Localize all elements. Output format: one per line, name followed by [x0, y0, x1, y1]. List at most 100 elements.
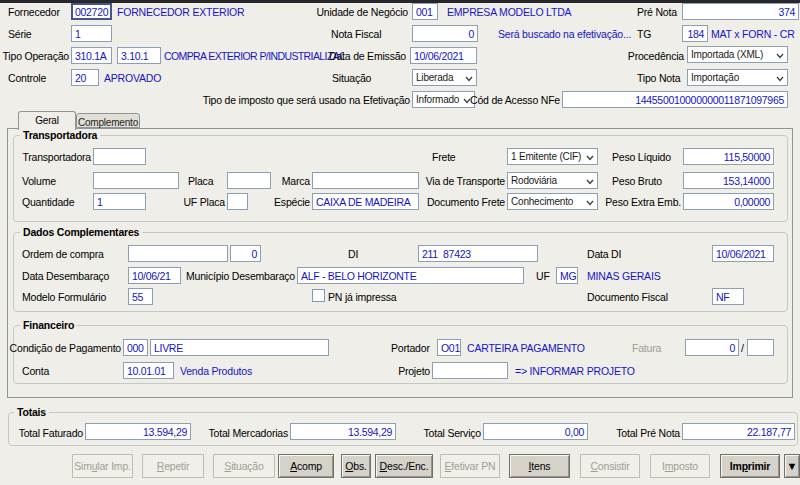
uf-placa-field[interactable] [227, 193, 248, 210]
modelo-formulario-label: Modelo Formulário [22, 291, 106, 303]
documento-frete-dropdown[interactable]: Conhecimento [507, 193, 598, 210]
uf-desc: MINAS GERAIS [587, 270, 660, 282]
fatura-parcela-field[interactable] [747, 339, 774, 356]
cod-acesso-field[interactable]: 144550010000000011871097965 [562, 91, 788, 108]
condicao-pagamento-code-field[interactable]: 000 [123, 339, 148, 356]
tipo-nota-label: Tipo Nota [637, 72, 680, 84]
tg-desc: MAT x FORN - CR [711, 28, 795, 40]
total-pre-nota-label: Total Pré Nota [616, 427, 680, 439]
peso-liquido-field[interactable]: 115,50000 [683, 148, 774, 165]
tipo-nota-dropdown[interactable]: Importação [687, 69, 788, 86]
projeto-label: Projeto [398, 365, 430, 377]
total-mercadorias-label: Total Mercadorias [209, 427, 288, 439]
tipo-operacao-label: Tipo Operação [3, 50, 69, 62]
volume-field[interactable] [93, 172, 179, 189]
conta-field[interactable]: 10.01.01 [123, 362, 174, 379]
peso-extra-field[interactable]: 0,00000 [683, 193, 774, 210]
peso-bruto-field[interactable]: 153,14000 [683, 172, 774, 189]
marca-label: Marca [282, 175, 310, 187]
peso-liquido-label: Peso Líquido [612, 151, 671, 163]
total-faturado-field[interactable]: 13.594,29 [85, 423, 191, 440]
fornecedor-label: Fornecedor [8, 6, 60, 18]
marca-field[interactable] [312, 172, 419, 189]
situacao-label: Situação [332, 72, 371, 84]
conta-desc: Venda Produtos [180, 365, 252, 377]
fornecedor-code-field[interactable]: 002720 [71, 3, 112, 20]
ordem-compra-num-field[interactable]: 0 [230, 245, 261, 262]
modelo-formulario-field[interactable]: 55 [128, 288, 153, 305]
quantidade-label: Quantidade [22, 196, 74, 208]
tipo-operacao-code-field[interactable]: 310.1A [71, 47, 112, 64]
imposto-button[interactable]: Imposto [650, 454, 710, 478]
documento-fiscal-field[interactable]: NF [712, 288, 744, 305]
situacao-button[interactable]: Situação [213, 454, 275, 478]
fatura-field[interactable]: 0 [685, 339, 739, 356]
total-servico-label: Total Serviço [423, 427, 481, 439]
transportadora-field[interactable] [93, 148, 146, 165]
portador-desc: CARTEIRA PAGAMENTO [467, 342, 585, 354]
consistir-button[interactable]: Consistir [580, 454, 640, 478]
dropdown-arrow-icon: ▼ [787, 460, 798, 472]
tab-complemento[interactable]: Complemento [76, 113, 140, 128]
tg-label: TG [637, 28, 651, 40]
tipo-imposto-label: Tipo de imposto que será usado na Efetiv… [203, 94, 410, 106]
nota-fiscal-hint: Será buscado na efetivação... [498, 28, 631, 40]
desc-enc-button[interactable]: Desc./Enc. [375, 454, 433, 478]
frete-dropdown[interactable]: 1 Emitente (CIF) [507, 148, 598, 165]
uf-field[interactable]: MG [556, 267, 578, 284]
di-label: DI [348, 248, 358, 260]
data-desembaraco-field[interactable]: 10/06/21 [128, 267, 181, 284]
repetir-button[interactable]: Repetir [142, 454, 204, 478]
data-di-field[interactable]: 10/06/2021 [712, 245, 774, 262]
municipio-desembaraco-field[interactable]: ALF - BELO HORIZONTE [297, 267, 524, 284]
chevron-down-icon [465, 76, 473, 82]
total-servico-field[interactable]: 0,00 [483, 423, 588, 440]
pn-impressa-checkbox[interactable] [312, 289, 325, 302]
portador-code-field[interactable]: O01 [437, 339, 461, 356]
tipo-operacao-code2-field[interactable]: 3.10.1 [117, 47, 161, 64]
placa-field[interactable] [227, 172, 271, 189]
situacao-dropdown[interactable]: Liberada [412, 69, 477, 86]
uf-placa-label: UF Placa [183, 196, 225, 208]
total-mercadorias-field[interactable]: 13.594,29 [290, 423, 396, 440]
fatura-separator: / [741, 342, 744, 354]
ordem-compra-field[interactable] [128, 245, 228, 262]
simular-imp-button[interactable]: Simular Imp. [72, 454, 133, 478]
total-pre-nota-field[interactable]: 22.187,77 [682, 423, 795, 440]
tg-field[interactable]: 184 [682, 25, 708, 42]
fornecedor-desc: FORNECEDOR EXTERIOR [117, 6, 244, 18]
condicao-pagamento-desc-field[interactable]: LIVRE [150, 339, 329, 356]
pre-nota-field[interactable]: 374 [682, 3, 799, 20]
tipo-imposto-dropdown[interactable]: Informado [412, 91, 475, 108]
data-emissao-field[interactable]: 10/06/2021 [410, 47, 477, 64]
controle-field[interactable]: 20 [71, 69, 99, 86]
via-transporte-label: Via de Transporte [426, 175, 505, 187]
nota-fiscal-field[interactable]: 0 [412, 25, 478, 42]
imprimir-button[interactable]: Imprimir [720, 454, 780, 478]
projeto-hint: => INFORMAR PROJETO [515, 365, 635, 377]
obs-button[interactable]: Obs. [341, 454, 371, 478]
portador-label: Portador [391, 342, 430, 354]
condicao-pagamento-label: Condição de Pagamento [10, 342, 121, 354]
uf-label: UF [536, 270, 550, 282]
tab-geral[interactable]: Geral [18, 111, 76, 130]
data-emissao-label: Data de Emissão [329, 50, 406, 62]
chevron-down-icon [776, 53, 784, 59]
itens-button[interactable]: Itens [509, 454, 570, 478]
especie-field[interactable]: CAIXA DE MADEIRA [312, 193, 419, 210]
acomp-button[interactable]: Acomp [278, 454, 334, 478]
imprimir-dropdown-button[interactable]: ▼ [784, 454, 800, 478]
unidade-negocio-code-field[interactable]: 001 [412, 3, 438, 20]
volume-label: Volume [22, 175, 56, 187]
placa-label: Placa [188, 175, 213, 187]
projeto-field[interactable] [432, 362, 508, 379]
procedencia-dropdown[interactable]: Importada (XML) [687, 46, 788, 63]
serie-field[interactable]: 1 [71, 25, 112, 42]
di-field[interactable]: 211 87423 [418, 245, 538, 262]
quantidade-field[interactable]: 1 [93, 193, 146, 210]
data-di-label: Data DI [587, 248, 621, 260]
chevron-down-icon [586, 200, 594, 206]
efetivar-pn-button[interactable]: Efetivar PN [440, 454, 500, 478]
via-transporte-dropdown[interactable]: Rodoviária [507, 172, 598, 189]
transportadora-label: Transportadora [22, 151, 91, 163]
